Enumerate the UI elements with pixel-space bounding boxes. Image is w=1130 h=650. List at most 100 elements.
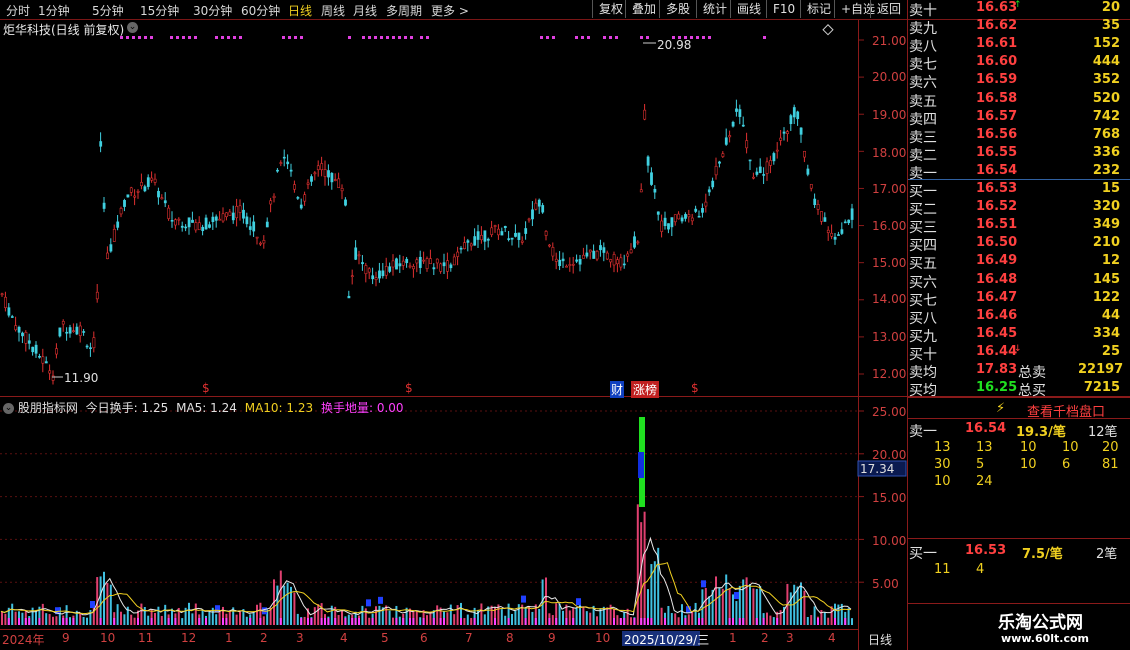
candle-body bbox=[180, 225, 184, 228]
level-price: 16.46 bbox=[976, 307, 1018, 323]
candle-body bbox=[707, 189, 711, 193]
ask-row[interactable]: 卖九 16.62 35 bbox=[908, 18, 1130, 37]
turnover-bar bbox=[313, 607, 316, 625]
turnover-bar bbox=[606, 607, 609, 625]
signal-dot bbox=[170, 36, 173, 39]
low-turnover-mark bbox=[358, 618, 360, 625]
candle-body bbox=[177, 218, 181, 221]
dividend-mark[interactable]: $ bbox=[202, 381, 210, 395]
low-turnover-mark bbox=[755, 618, 758, 625]
bid-row[interactable]: 买五 16.49 12 bbox=[908, 253, 1130, 272]
bid-row[interactable]: 买六 16.48 145 bbox=[908, 272, 1130, 291]
period-indicator[interactable]: 日线 bbox=[868, 631, 892, 648]
candle-body bbox=[201, 226, 205, 232]
candle-body bbox=[728, 135, 732, 138]
low-turnover-mark bbox=[99, 618, 102, 625]
low-turnover-mark bbox=[555, 618, 558, 625]
date-label: 5 bbox=[381, 631, 389, 645]
low-turnover-mark bbox=[395, 618, 398, 625]
low-turnover-mark bbox=[259, 618, 262, 625]
candle-body bbox=[225, 212, 228, 218]
candle-body bbox=[558, 259, 562, 267]
ask-row[interactable]: 卖三 16.56 768 bbox=[908, 127, 1130, 146]
candle-body bbox=[337, 178, 341, 189]
turnover-bar bbox=[796, 586, 799, 625]
price-axis-label: 19.00 bbox=[872, 108, 907, 122]
candle-body bbox=[58, 327, 62, 337]
signal-marker bbox=[521, 595, 526, 603]
candle-body bbox=[772, 153, 776, 162]
level-volume: 349 bbox=[1092, 217, 1120, 233]
candle-body bbox=[850, 208, 854, 220]
chevron-down-icon[interactable]: ⌄ bbox=[3, 403, 14, 414]
candle-body bbox=[174, 219, 177, 226]
limit-up-tag[interactable]: 涨榜 bbox=[631, 381, 660, 398]
ask-row[interactable]: 卖四 16.57 742 bbox=[908, 109, 1130, 128]
turnover-bar bbox=[759, 586, 762, 625]
turnover-bar bbox=[45, 613, 48, 625]
turnover-bar bbox=[120, 611, 122, 625]
candle-body bbox=[242, 209, 245, 219]
ask-row[interactable]: 卖十 16.63 20 ↑ bbox=[908, 0, 1130, 19]
bid-row[interactable]: 买九 16.45 334 bbox=[908, 326, 1130, 345]
candle-body bbox=[401, 260, 405, 266]
finance-tag[interactable]: 财 bbox=[610, 381, 625, 398]
ask-row[interactable]: 卖二 16.55 336 bbox=[908, 145, 1130, 164]
low-turnover-mark bbox=[225, 618, 228, 625]
signal-dot bbox=[362, 36, 365, 39]
dividend-mark[interactable]: $ bbox=[691, 381, 699, 395]
candle-body bbox=[78, 325, 82, 337]
candle-body bbox=[643, 109, 647, 120]
turnover-bar bbox=[810, 615, 813, 625]
turnover-bar bbox=[215, 614, 218, 625]
turnover-bar bbox=[262, 616, 265, 625]
candle-body bbox=[609, 259, 613, 263]
queue-order-size: 10 bbox=[1020, 440, 1037, 455]
candle-body bbox=[799, 127, 803, 135]
turnover-bar bbox=[691, 612, 694, 625]
bid-row[interactable]: 买四 16.50 210 bbox=[908, 235, 1130, 254]
low-turnover-mark bbox=[320, 618, 323, 625]
candle-body bbox=[758, 166, 762, 173]
signal-dot bbox=[282, 36, 285, 39]
low-turnover-mark bbox=[28, 618, 31, 625]
candle-body bbox=[398, 263, 402, 267]
low-turnover-mark bbox=[344, 618, 347, 625]
turnover-bar bbox=[364, 608, 367, 625]
candle-body bbox=[629, 249, 633, 254]
dividend-mark[interactable]: $ bbox=[405, 381, 413, 395]
candle-body bbox=[721, 153, 725, 157]
bid-row[interactable]: 买二 16.52 320 bbox=[908, 199, 1130, 218]
chevron-down-icon[interactable]: ⌄ bbox=[127, 22, 138, 33]
level-volume: 232 bbox=[1092, 162, 1120, 178]
avg-sell-value: 17.83 bbox=[976, 362, 1018, 377]
avg-buy-label: 买均 bbox=[909, 383, 937, 399]
ask-row[interactable]: 卖五 16.58 520 bbox=[908, 91, 1130, 110]
candle-body bbox=[340, 188, 344, 192]
candle-body bbox=[476, 231, 480, 240]
level-label: 买八 bbox=[909, 310, 937, 327]
bid-row[interactable]: 买一 16.53 15 bbox=[908, 181, 1130, 200]
candle-body bbox=[146, 177, 150, 187]
turnover-bar bbox=[749, 584, 751, 625]
candle-body bbox=[119, 207, 123, 215]
ask-row[interactable]: 卖八 16.61 152 bbox=[908, 36, 1130, 55]
signal-dot bbox=[398, 36, 401, 39]
ask-row[interactable]: 卖六 16.59 352 bbox=[908, 72, 1130, 91]
candle-body bbox=[279, 162, 283, 164]
bid-row[interactable]: 买七 16.47 122 bbox=[908, 290, 1130, 309]
avg-sell-label: 卖均 bbox=[909, 365, 937, 381]
ask-row[interactable]: 卖一 16.54 232 bbox=[908, 162, 1130, 182]
bid-row[interactable]: 买十 16.44 25 ↓ bbox=[908, 344, 1130, 363]
candle-body bbox=[690, 217, 694, 222]
low-turnover-mark bbox=[412, 618, 415, 625]
ma10-value: 1.23 bbox=[286, 401, 314, 415]
candle-body bbox=[31, 346, 35, 353]
bid-row[interactable]: 买三 16.51 349 bbox=[908, 217, 1130, 236]
ask-row[interactable]: 卖七 16.60 444 bbox=[908, 54, 1130, 73]
bid-row[interactable]: 买八 16.46 44 bbox=[908, 307, 1130, 327]
view-depth-link[interactable]: 查看千档盘口 bbox=[1027, 401, 1105, 420]
queue-order-size: 10 bbox=[934, 474, 951, 489]
candle-body bbox=[639, 189, 643, 193]
level-volume: 44 bbox=[1101, 307, 1120, 323]
